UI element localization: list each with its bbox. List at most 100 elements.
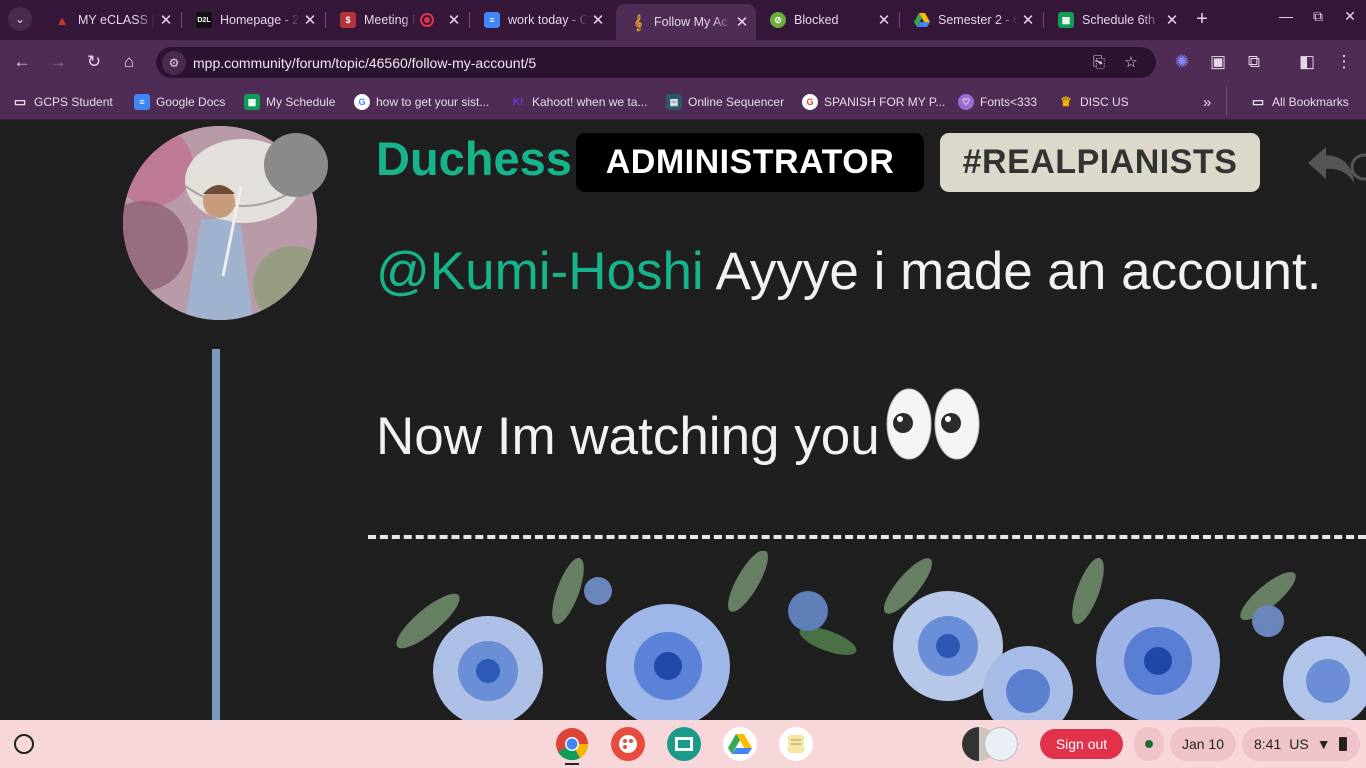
- post-line-2: Now Im watching you: [376, 388, 980, 473]
- battery-icon: [1338, 737, 1347, 751]
- sheets-icon: ▦: [1058, 12, 1074, 28]
- system-tray[interactable]: 8:41 US ▼: [1242, 727, 1360, 761]
- menu-kebab-icon[interactable]: ⋮: [1332, 50, 1356, 74]
- bookmark-fonts[interactable]: ♡ Fonts<333: [958, 92, 1037, 112]
- tab-title: Blocked: [794, 13, 839, 27]
- forward-icon[interactable]: →: [46, 50, 70, 74]
- administrator-badge[interactable]: ADMINISTRATOR: [576, 133, 924, 192]
- tab-search-button[interactable]: ⌄: [8, 7, 32, 31]
- sheets-icon: ▦: [244, 94, 260, 110]
- tab-title: Follow My Ac: [654, 15, 728, 29]
- drive-icon: [914, 12, 930, 28]
- bookmark-label: how to get your sist...: [376, 95, 490, 109]
- bookmark-gcps-student[interactable]: ▭ GCPS Student: [12, 92, 113, 112]
- crown-icon: ♛: [1060, 94, 1072, 109]
- divider-line: [368, 535, 1366, 539]
- close-window-icon[interactable]: ✕: [1338, 8, 1362, 30]
- close-tab-icon[interactable]: ✕: [1018, 11, 1038, 29]
- bookmark-how-to-get[interactable]: G how to get your sist...: [354, 92, 489, 112]
- bookmark-kahoot[interactable]: K! Kahoot! when we ta...: [510, 92, 648, 112]
- bookmark-label: Kahoot! when we ta...: [532, 95, 648, 109]
- browser-toolbar: ← → ↻ ⌂ ⚙ mpp.community/forum/topic/4656…: [0, 40, 1366, 84]
- close-tab-icon[interactable]: ✕: [300, 11, 320, 29]
- close-tab-icon[interactable]: ✕: [156, 11, 176, 29]
- quote-bar: [212, 349, 220, 720]
- back-icon[interactable]: ←: [10, 50, 34, 74]
- tab-work-today[interactable]: ≡ work today - G ✕: [470, 4, 612, 36]
- canvas-icon[interactable]: [611, 727, 645, 761]
- close-tab-icon[interactable]: ✕: [732, 13, 752, 31]
- launcher-icon[interactable]: [14, 734, 34, 754]
- tab-title: Meeting R: [364, 13, 416, 27]
- tab-schedule[interactable]: ▦ Schedule 6th ✕: [1044, 4, 1186, 36]
- tab-follow-my-account[interactable]: 𝄞 Follow My Ac ✕: [616, 4, 756, 40]
- bookmark-label: GCPS Student: [34, 95, 113, 109]
- maximize-icon[interactable]: ⧉: [1306, 8, 1330, 30]
- minimize-icon[interactable]: —: [1274, 8, 1298, 30]
- keep-icon[interactable]: [779, 727, 813, 761]
- docs-icon: ≡: [484, 12, 500, 28]
- tab-meeting[interactable]: $ Meeting R ✕: [326, 4, 468, 36]
- more-bookmarks-chevron-icon[interactable]: »: [1203, 92, 1211, 112]
- side-panel-icon[interactable]: ◧: [1295, 50, 1319, 74]
- status-dot[interactable]: [1134, 727, 1164, 761]
- bookmark-spanish[interactable]: G SPANISH FOR MY P...: [802, 92, 945, 112]
- tab-homepage[interactable]: D2L Homepage - 2 ✕: [182, 4, 324, 36]
- docs-icon: ≡: [134, 94, 150, 110]
- bookmark-my-schedule[interactable]: ▦ My Schedule: [244, 92, 335, 112]
- reload-icon[interactable]: ↻: [82, 50, 106, 74]
- install-app-icon[interactable]: ⎘: [1088, 52, 1110, 74]
- chrome-icon[interactable]: [555, 727, 589, 761]
- wifi-icon: ▼: [1316, 736, 1331, 752]
- bookmarks-bar: ▭ GCPS Student ≡ Google Docs ▦ My Schedu…: [0, 84, 1366, 120]
- tab-myeclass[interactable]: ▲ MY eCLASS | ✕: [40, 4, 180, 36]
- eclass-icon: ▲: [55, 12, 69, 28]
- sign-out-button[interactable]: Sign out: [1040, 729, 1123, 759]
- bookmark-google-docs[interactable]: ≡ Google Docs: [134, 92, 225, 112]
- extension-2-icon[interactable]: ▣: [1206, 50, 1230, 74]
- url-text[interactable]: mpp.community/forum/topic/46560/follow-m…: [193, 55, 536, 71]
- locale-label: US: [1289, 736, 1309, 752]
- reply-icon[interactable]: [1304, 139, 1366, 189]
- home-icon[interactable]: ⌂: [117, 50, 141, 74]
- group-badge[interactable]: #REALPIANISTS: [940, 133, 1260, 192]
- bookmark-disc-us[interactable]: ♛ DISC US: [1058, 92, 1129, 112]
- tab-title: work today - G: [508, 13, 588, 27]
- close-tab-icon[interactable]: ✕: [588, 11, 608, 29]
- bookmarks-divider: [1226, 86, 1227, 116]
- avatar: [984, 727, 1018, 761]
- blocked-icon: ⊘: [770, 12, 786, 28]
- close-tab-icon[interactable]: ✕: [1162, 11, 1182, 29]
- tab-semester-2[interactable]: Semester 2 - G ✕: [900, 4, 1042, 36]
- date-pill[interactable]: Jan 10: [1170, 727, 1236, 761]
- site-info-icon[interactable]: ⚙: [162, 51, 186, 75]
- tab-title: Schedule 6th: [1082, 13, 1155, 27]
- tab-title: Semester 2 - G: [938, 13, 1018, 27]
- new-tab-button[interactable]: +: [1192, 9, 1212, 29]
- address-bar[interactable]: ⚙ mpp.community/forum/topic/46560/follow…: [156, 47, 1156, 78]
- forum-post: Duchess ADMINISTRATOR #REALPIANISTS @Kum…: [0, 121, 1366, 720]
- eyes-emoji-icon: [886, 388, 980, 473]
- bookmark-online-sequencer[interactable]: ▤ Online Sequencer: [666, 92, 784, 112]
- fonts-icon: ♡: [958, 94, 974, 110]
- all-bookmarks-button[interactable]: ▭ All Bookmarks: [1250, 92, 1349, 112]
- sequencer-icon: ▤: [666, 94, 682, 110]
- recording-icon: [420, 13, 434, 27]
- post-username[interactable]: Duchess: [376, 131, 572, 186]
- drive-icon[interactable]: [723, 727, 757, 761]
- close-tab-icon[interactable]: ✕: [444, 11, 464, 29]
- google-icon: G: [802, 94, 818, 110]
- user-avatars[interactable]: [962, 727, 1032, 761]
- user-mention-link[interactable]: @Kumi-Hoshi: [376, 242, 704, 301]
- kahoot-icon: K!: [512, 96, 524, 108]
- bookmark-label: My Schedule: [266, 95, 336, 109]
- tab-blocked[interactable]: ⊘ Blocked ✕: [756, 4, 898, 36]
- close-tab-icon[interactable]: ✕: [874, 11, 894, 29]
- folder-icon: ▭: [1251, 94, 1265, 109]
- bookmark-label: Google Docs: [156, 95, 226, 109]
- extensions-puzzle-icon[interactable]: ⧉: [1242, 50, 1266, 74]
- bookmark-star-icon[interactable]: ☆: [1120, 52, 1142, 74]
- classroom-icon[interactable]: [667, 727, 701, 761]
- extension-icon[interactable]: ✺: [1170, 50, 1194, 74]
- bookmark-label: Online Sequencer: [688, 95, 785, 109]
